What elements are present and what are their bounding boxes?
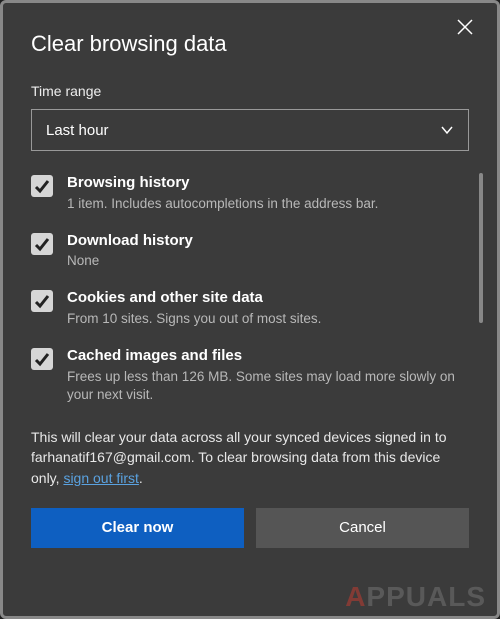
- checkbox-cached-images[interactable]: [31, 348, 53, 370]
- clear-browsing-data-dialog: Clear browsing data Time range Last hour…: [0, 0, 500, 619]
- note-text: .: [139, 470, 143, 486]
- close-button[interactable]: [457, 19, 479, 41]
- dialog-title: Clear browsing data: [31, 31, 469, 57]
- close-icon: [457, 19, 473, 35]
- option-title: Browsing history: [67, 173, 469, 193]
- note-text: This will clear your data across all you…: [31, 429, 447, 445]
- option-title: Cached images and files: [67, 346, 469, 366]
- check-icon: [34, 293, 50, 309]
- cancel-button[interactable]: Cancel: [256, 508, 469, 548]
- option-title: Download history: [67, 231, 469, 251]
- option-download-history: Download history None: [31, 231, 469, 271]
- clear-now-button[interactable]: Clear now: [31, 508, 244, 548]
- option-cached-images: Cached images and files Frees up less th…: [31, 346, 469, 404]
- option-desc: 1 item. Includes autocompletions in the …: [67, 195, 469, 213]
- option-cookies: Cookies and other site data From 10 site…: [31, 288, 469, 328]
- checkbox-download-history[interactable]: [31, 233, 53, 255]
- scrollbar[interactable]: [479, 173, 483, 323]
- check-icon: [34, 351, 50, 367]
- button-row: Clear now Cancel: [31, 508, 469, 548]
- option-desc: None: [67, 252, 469, 270]
- note-email: farhanatif167@gmail.com: [31, 449, 191, 465]
- checkbox-cookies[interactable]: [31, 290, 53, 312]
- option-title: Cookies and other site data: [67, 288, 469, 308]
- check-icon: [34, 178, 50, 194]
- check-icon: [34, 236, 50, 252]
- option-desc: Frees up less than 126 MB. Some sites ma…: [67, 368, 469, 404]
- option-desc: From 10 sites. Signs you out of most sit…: [67, 310, 469, 328]
- time-range-label: Time range: [31, 83, 469, 99]
- option-browsing-history: Browsing history 1 item. Includes autoco…: [31, 173, 469, 213]
- chevron-down-icon: [440, 123, 454, 137]
- time-range-value: Last hour: [46, 122, 109, 139]
- sync-note: This will clear your data across all you…: [31, 427, 469, 488]
- checkbox-browsing-history[interactable]: [31, 175, 53, 197]
- time-range-select[interactable]: Last hour: [31, 109, 469, 151]
- sign-out-link[interactable]: sign out first: [63, 470, 138, 486]
- options-list: Browsing history 1 item. Includes autoco…: [31, 173, 469, 423]
